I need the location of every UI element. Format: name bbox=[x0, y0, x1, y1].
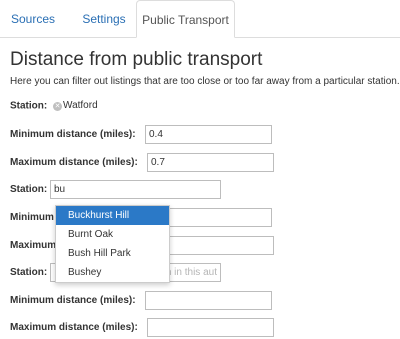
station-row-2: Station: bbox=[10, 180, 47, 199]
max-distance-label: Maximum distance (miles): bbox=[10, 322, 138, 333]
max-distance-row-3: Maximum distance (miles): bbox=[10, 318, 138, 337]
station-autocomplete-dropdown: Buckhurst Hill Burnt Oak Bush Hill Park … bbox=[55, 205, 170, 283]
min-distance-label: Minimum distance (miles): bbox=[10, 129, 136, 140]
autocomplete-option[interactable]: Buckhurst Hill bbox=[56, 206, 169, 225]
station-label: Station: bbox=[10, 267, 48, 278]
station-row-3: Station: bbox=[10, 263, 47, 282]
max-distance-input-1[interactable]: 0.7 bbox=[147, 153, 274, 172]
min-distance-row-3: Minimum distance (miles): bbox=[10, 291, 136, 310]
tab-sources[interactable]: Sources bbox=[5, 0, 61, 38]
selected-station: Watford bbox=[63, 100, 98, 111]
min-distance-label: Minimum distance (miles): bbox=[10, 295, 136, 306]
station-placeholder: n in this aut bbox=[165, 267, 217, 278]
station-search-input-2[interactable]: bu bbox=[50, 180, 221, 199]
page-title: Distance from public transport bbox=[10, 49, 263, 70]
tab-bar: Sources Settings Public Transport bbox=[0, 0, 400, 38]
tab-settings[interactable]: Settings bbox=[74, 0, 134, 38]
intro-text: Here you can filter out listings that ar… bbox=[10, 76, 400, 87]
max-distance-label: Maximum distance (miles): bbox=[10, 157, 138, 168]
min-distance-input-1[interactable]: 0.4 bbox=[145, 125, 272, 144]
autocomplete-option[interactable]: Bush Hill Park bbox=[56, 244, 169, 263]
station-label: Station: bbox=[10, 100, 48, 112]
autocomplete-option[interactable]: Burnt Oak bbox=[56, 225, 169, 244]
station-label: Station: bbox=[10, 184, 48, 195]
station-row-1: Station: ✕ Watford bbox=[10, 98, 98, 114]
max-distance-input-3[interactable] bbox=[147, 318, 274, 337]
autocomplete-option[interactable]: Bushey bbox=[56, 263, 169, 282]
tab-public-transport[interactable]: Public Transport bbox=[136, 0, 235, 38]
remove-station-icon[interactable]: ✕ bbox=[53, 101, 62, 111]
min-distance-row-1: Minimum distance (miles): bbox=[10, 125, 136, 144]
max-distance-row-1: Maximum distance (miles): bbox=[10, 153, 138, 172]
min-distance-input-3[interactable] bbox=[145, 291, 272, 310]
